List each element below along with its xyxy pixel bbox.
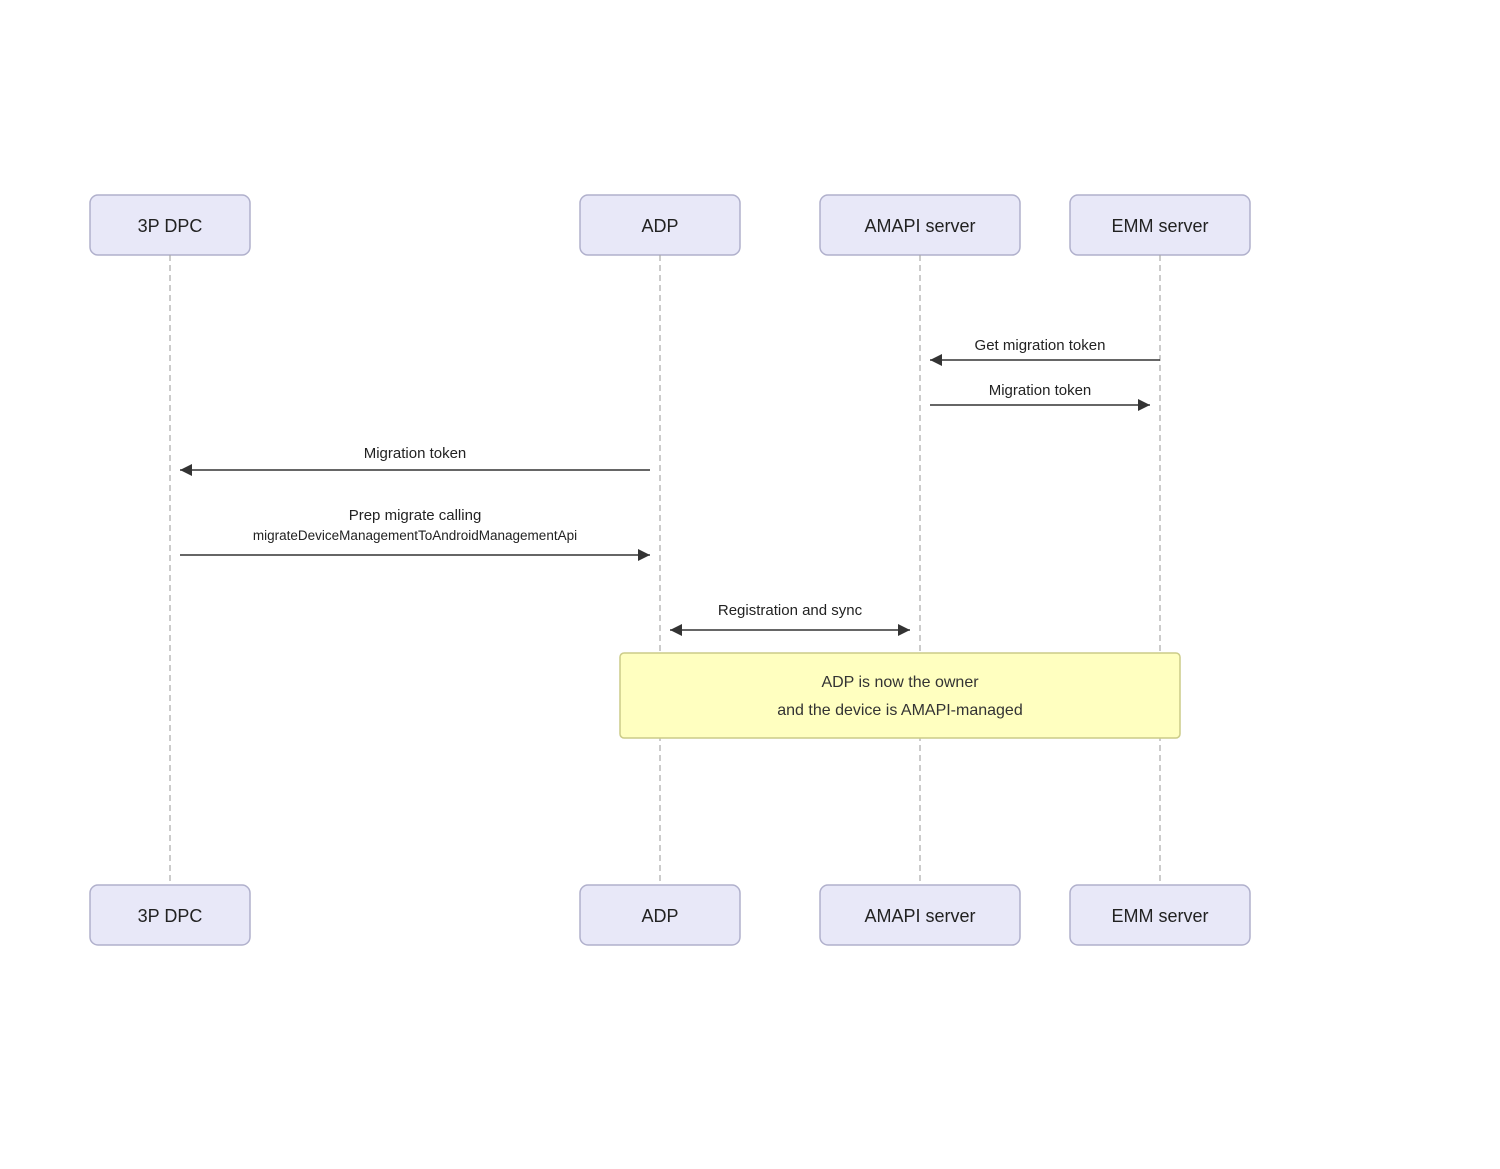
label-registration-sync: Registration and sync xyxy=(718,602,863,619)
actor-3p-dpc-bottom-label: 3P DPC xyxy=(138,906,203,926)
label-migration-token-3pdpc: Migration token xyxy=(364,445,467,462)
arrowhead-reg-sync-left xyxy=(670,624,682,636)
arrowhead-reg-sync-right xyxy=(898,624,910,636)
note-adp-owner-line1: ADP is now the owner xyxy=(821,674,979,691)
actor-emm-bottom-label: EMM server xyxy=(1111,906,1208,926)
label-get-migration-token: Get migration token xyxy=(975,337,1106,354)
actor-amapi-top-label: AMAPI server xyxy=(864,216,975,236)
label-prep-migrate-line1: Prep migrate calling xyxy=(349,507,482,524)
actor-3p-dpc-top-label: 3P DPC xyxy=(138,216,203,236)
sequence-diagram: 3P DPC ADP AMAPI server EMM server Get m… xyxy=(40,160,1460,1010)
actor-emm-top-label: EMM server xyxy=(1111,216,1208,236)
note-adp-owner-line2: and the device is AMAPI-managed xyxy=(777,702,1022,719)
arrowhead-migration-token-emm xyxy=(1138,399,1150,411)
actor-amapi-bottom-label: AMAPI server xyxy=(864,906,975,926)
note-adp-owner xyxy=(620,653,1180,738)
label-prep-migrate-line2: migrateDeviceManagementToAndroidManageme… xyxy=(253,528,577,543)
label-migration-token-emm: Migration token xyxy=(989,382,1092,399)
actor-adp-bottom-label: ADP xyxy=(641,906,678,926)
arrowhead-get-migration-token xyxy=(930,354,942,366)
arrowhead-prep-migrate xyxy=(638,549,650,561)
arrowhead-migration-token-3pdpc xyxy=(180,464,192,476)
actor-adp-top-label: ADP xyxy=(641,216,678,236)
